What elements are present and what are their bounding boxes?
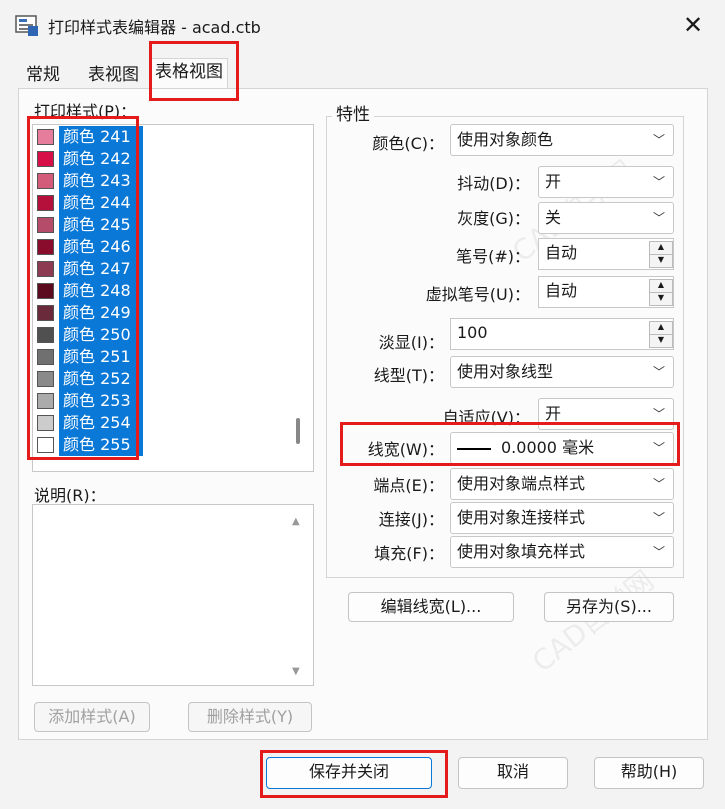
window-title: 打印样式表编辑器 - acad.ctb bbox=[48, 18, 261, 37]
fill-style-select[interactable]: 使用对象填充样式 ﹀ bbox=[450, 536, 674, 568]
grayscale-label: 灰度(G)： bbox=[457, 209, 530, 228]
chevron-down-icon: ﹀ bbox=[652, 133, 665, 147]
pen-number-spinner[interactable]: 自动 ▲ ▼ bbox=[538, 238, 674, 270]
properties-title: 特性 bbox=[332, 100, 374, 125]
dither-value: 开 bbox=[545, 172, 562, 191]
chevron-down-icon: ﹀ bbox=[652, 211, 665, 225]
spin-up-icon[interactable]: ▲ bbox=[649, 241, 673, 255]
grayscale-select[interactable]: 关 ﹀ bbox=[538, 202, 674, 234]
linetype-label: 线型(T)： bbox=[373, 366, 444, 385]
spin-down-icon[interactable]: ▼ bbox=[649, 254, 673, 268]
chevron-down-icon: ﹀ bbox=[652, 545, 665, 559]
save-as-button[interactable]: 另存为(S)... bbox=[544, 592, 674, 622]
chevron-down-icon: ﹀ bbox=[652, 511, 665, 525]
highlight-box bbox=[149, 41, 239, 101]
chevron-down-icon: ﹀ bbox=[652, 365, 665, 379]
adaptive-value: 开 bbox=[545, 404, 562, 423]
scroll-down-icon[interactable]: ▼ bbox=[292, 666, 300, 677]
highlight-box bbox=[260, 750, 448, 798]
highlight-box bbox=[340, 422, 680, 466]
virtual-pen-value: 自动 bbox=[545, 281, 578, 300]
fill-style-label: 填充(F)： bbox=[374, 544, 444, 563]
color-select[interactable]: 使用对象颜色 ﹀ bbox=[450, 124, 674, 156]
end-style-label: 端点(E)： bbox=[373, 476, 444, 495]
screening-spinner[interactable]: 100 ▲ ▼ bbox=[450, 318, 674, 350]
dither-select[interactable]: 开 ﹀ bbox=[538, 166, 674, 198]
spin-up-icon[interactable]: ▲ bbox=[649, 279, 673, 293]
join-style-value: 使用对象连接样式 bbox=[457, 508, 586, 527]
help-button[interactable]: 帮助(H) bbox=[594, 757, 704, 789]
spin-up-icon[interactable]: ▲ bbox=[649, 321, 673, 335]
color-label: 颜色(C)： bbox=[372, 134, 444, 153]
fill-style-value: 使用对象填充样式 bbox=[457, 542, 586, 561]
chevron-down-icon: ﹀ bbox=[652, 477, 665, 491]
description-label: 说明(R)： bbox=[34, 486, 106, 505]
scrollbar-thumb[interactable] bbox=[296, 418, 300, 444]
add-style-button[interactable]: 添加样式(A) bbox=[34, 702, 150, 732]
highlight-box bbox=[27, 116, 139, 460]
grayscale-value: 关 bbox=[545, 208, 562, 227]
delete-style-button[interactable]: 删除样式(Y) bbox=[188, 702, 312, 732]
spin-down-icon[interactable]: ▼ bbox=[649, 334, 673, 348]
screening-value: 100 bbox=[457, 323, 488, 342]
spin-down-icon[interactable]: ▼ bbox=[649, 292, 673, 306]
end-style-value: 使用对象端点样式 bbox=[457, 474, 586, 493]
description-textarea[interactable] bbox=[32, 504, 314, 686]
pen-number-value: 自动 bbox=[545, 243, 578, 262]
join-style-select[interactable]: 使用对象连接样式 ﹀ bbox=[450, 502, 674, 534]
close-icon[interactable]: ✕ bbox=[680, 12, 706, 38]
edit-lineweights-button[interactable]: 编辑线宽(L)... bbox=[348, 592, 514, 622]
virtual-pen-spinner[interactable]: 自动 ▲ ▼ bbox=[538, 276, 674, 308]
app-icon bbox=[14, 12, 40, 38]
virtual-pen-label: 虚拟笔号(U)： bbox=[425, 285, 530, 304]
screening-label: 淡显(I)： bbox=[378, 333, 444, 352]
pen-number-label: 笔号(#)： bbox=[456, 247, 530, 266]
chevron-down-icon: ﹀ bbox=[652, 175, 665, 189]
linetype-value: 使用对象线型 bbox=[457, 362, 554, 381]
linetype-select[interactable]: 使用对象线型 ﹀ bbox=[450, 356, 674, 388]
end-style-select[interactable]: 使用对象端点样式 ﹀ bbox=[450, 468, 674, 500]
join-style-label: 连接(J)： bbox=[378, 510, 444, 529]
cancel-button[interactable]: 取消 bbox=[458, 757, 568, 789]
dither-label: 抖动(D)： bbox=[457, 174, 530, 193]
scroll-up-icon[interactable]: ▲ bbox=[292, 516, 300, 527]
color-value: 使用对象颜色 bbox=[457, 130, 554, 149]
